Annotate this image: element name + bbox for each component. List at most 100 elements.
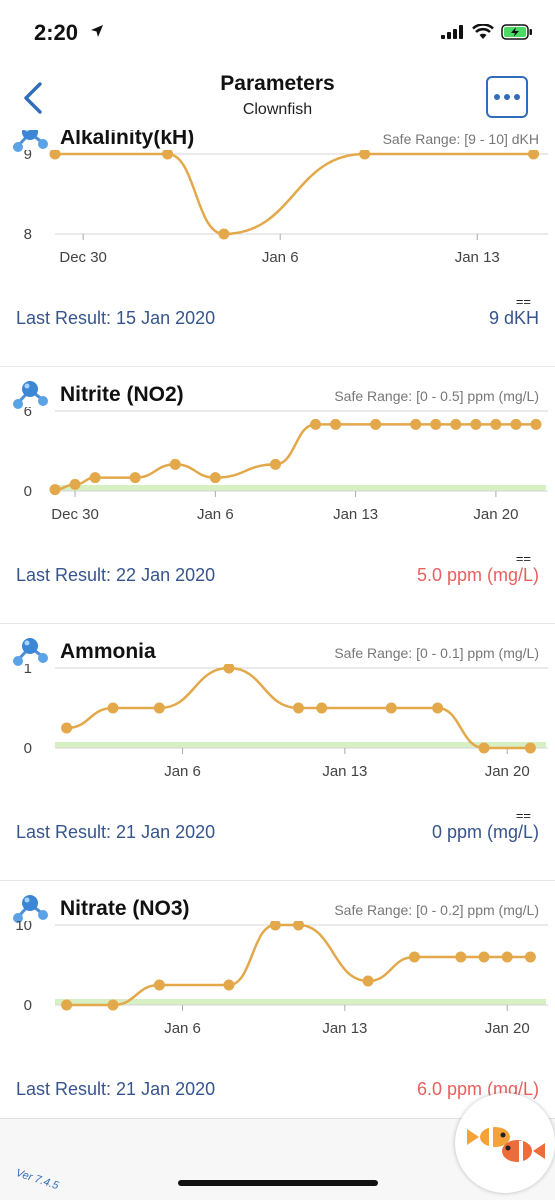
data-point[interactable] [107, 999, 119, 1011]
x-tick-label: Jan 13 [333, 506, 378, 523]
data-point[interactable] [169, 458, 181, 470]
safe-range: Safe Range: [0 - 0.2] ppm (mg/L) [334, 902, 539, 918]
safe-range-band [55, 485, 546, 491]
data-point[interactable] [430, 418, 442, 430]
x-tick-label: Jan 13 [322, 763, 367, 780]
data-point[interactable] [501, 951, 513, 963]
last-result-value: 0 ppm (mg/L) [431, 822, 539, 842]
x-tick-label: Jan 20 [485, 1020, 530, 1037]
data-point[interactable] [316, 702, 328, 714]
series-line [54, 423, 536, 491]
trend-indicator: == [515, 808, 531, 823]
parameter-card-nitrite[interactable]: Nitrite (NO2) Safe Range: [0 - 0.5] ppm … [0, 367, 555, 624]
data-point[interactable] [385, 702, 397, 714]
parameter-chart[interactable]: 10 0 Jan 6 Jan 13 Jan 20 [0, 921, 555, 1071]
data-point[interactable] [269, 921, 281, 931]
data-point[interactable] [362, 975, 374, 987]
safe-range: Safe Range: [0 - 0.5] ppm (mg/L) [334, 388, 539, 404]
data-point[interactable] [49, 150, 61, 160]
x-tick-label: Jan 6 [164, 763, 201, 780]
data-point[interactable] [293, 921, 304, 931]
data-point[interactable] [410, 418, 422, 430]
data-point[interactable] [455, 951, 467, 963]
status-time: 2:20 [34, 20, 79, 45]
data-point[interactable] [510, 418, 522, 430]
parameter-card-ammonia[interactable]: Ammonia Safe Range: [0 - 0.1] ppm (mg/L)… [0, 624, 555, 881]
parameter-name: Ammonia [60, 640, 156, 663]
y-tick-label: 1 [24, 664, 32, 677]
last-result-value: 9 dKH [488, 308, 539, 328]
parameter-chart[interactable]: 6 0 Dec 30 Jan 6 Jan 13 Jan 20 [0, 407, 555, 557]
x-tick-label: Jan 20 [473, 506, 518, 523]
page-subtitle: Clownfish [242, 101, 313, 118]
more-options-button[interactable] [486, 76, 528, 118]
nav-bar: Parameters Clownfish [0, 66, 555, 130]
data-point[interactable] [330, 418, 342, 430]
data-point[interactable] [528, 150, 540, 160]
data-point[interactable] [530, 418, 542, 430]
parameter-name: Nitrate (NO3) [60, 897, 190, 920]
data-point[interactable] [432, 702, 444, 714]
page-title: Parameters [220, 72, 335, 95]
data-point[interactable] [129, 472, 141, 484]
data-point[interactable] [470, 418, 482, 430]
data-point[interactable] [310, 418, 322, 430]
safe-range: Safe Range: [9 - 10] dKH [382, 131, 539, 147]
x-tick-label: Jan 6 [262, 249, 299, 266]
data-point[interactable] [450, 418, 462, 430]
data-point[interactable] [269, 458, 281, 470]
data-point[interactable] [223, 979, 235, 991]
data-point[interactable] [478, 742, 490, 754]
data-point[interactable] [524, 951, 536, 963]
y-tick-label: 9 [24, 150, 32, 163]
location-arrow-icon [91, 25, 103, 37]
data-point[interactable] [89, 472, 101, 484]
y-tick-label: 0 [24, 740, 32, 757]
battery-charging-icon [501, 24, 532, 40]
x-tick-label: Jan 6 [197, 506, 234, 523]
parameter-chart[interactable]: 9 8 Dec 30 Jan 6 Jan 13 [0, 150, 555, 300]
last-result-label: Last Result: 22 Jan 2020 [16, 565, 216, 585]
data-point[interactable] [49, 484, 61, 496]
data-point[interactable] [61, 722, 73, 734]
x-tick-label: Jan 13 [322, 1020, 367, 1037]
data-point[interactable] [153, 702, 165, 714]
parameter-card-alkalinity[interactable]: Alkalinity(kH) Safe Range: [9 - 10] dKH … [0, 130, 555, 367]
series-line [55, 152, 534, 236]
data-point[interactable] [69, 478, 81, 490]
y-tick-label: 0 [24, 483, 32, 500]
home-indicator [178, 1180, 378, 1186]
data-point[interactable] [218, 228, 230, 240]
data-point[interactable] [107, 702, 119, 714]
trend-indicator: == [515, 294, 531, 309]
cellular-signal-icon [441, 25, 463, 39]
data-point[interactable] [153, 979, 165, 991]
data-point[interactable] [293, 702, 304, 714]
parameter-chart[interactable]: 1 0 Jan 6 Jan 13 Jan 20 [0, 664, 555, 814]
data-point[interactable] [478, 951, 490, 963]
parameter-name: Alkalinity(kH) [60, 130, 195, 149]
data-point[interactable] [408, 951, 420, 963]
last-result-label: Last Result: 15 Jan 2020 [16, 308, 216, 328]
more-dot [514, 94, 520, 100]
more-dot [504, 94, 510, 100]
data-point[interactable] [524, 742, 536, 754]
x-tick-label: Dec 30 [59, 249, 107, 266]
fish-menu-button[interactable] [455, 1093, 555, 1193]
parameter-list[interactable]: Alkalinity(kH) Safe Range: [9 - 10] dKH … [0, 130, 555, 1118]
parameter-name: Nitrite (NO2) [60, 383, 184, 406]
parameter-card-nitrate[interactable]: Nitrate (NO3) Safe Range: [0 - 0.2] ppm … [0, 881, 555, 1118]
data-point[interactable] [223, 664, 235, 674]
fish-icon [467, 1127, 545, 1162]
x-tick-label: Jan 13 [455, 249, 500, 266]
x-tick-label: Dec 30 [51, 506, 99, 523]
data-point[interactable] [370, 418, 382, 430]
last-result-label: Last Result: 21 Jan 2020 [16, 1079, 216, 1099]
data-point[interactable] [61, 999, 73, 1011]
wifi-icon [472, 24, 494, 39]
data-point[interactable] [162, 150, 174, 160]
data-point[interactable] [359, 150, 371, 160]
data-point[interactable] [209, 472, 221, 484]
data-point[interactable] [490, 418, 502, 430]
last-result-label: Last Result: 21 Jan 2020 [16, 822, 216, 842]
